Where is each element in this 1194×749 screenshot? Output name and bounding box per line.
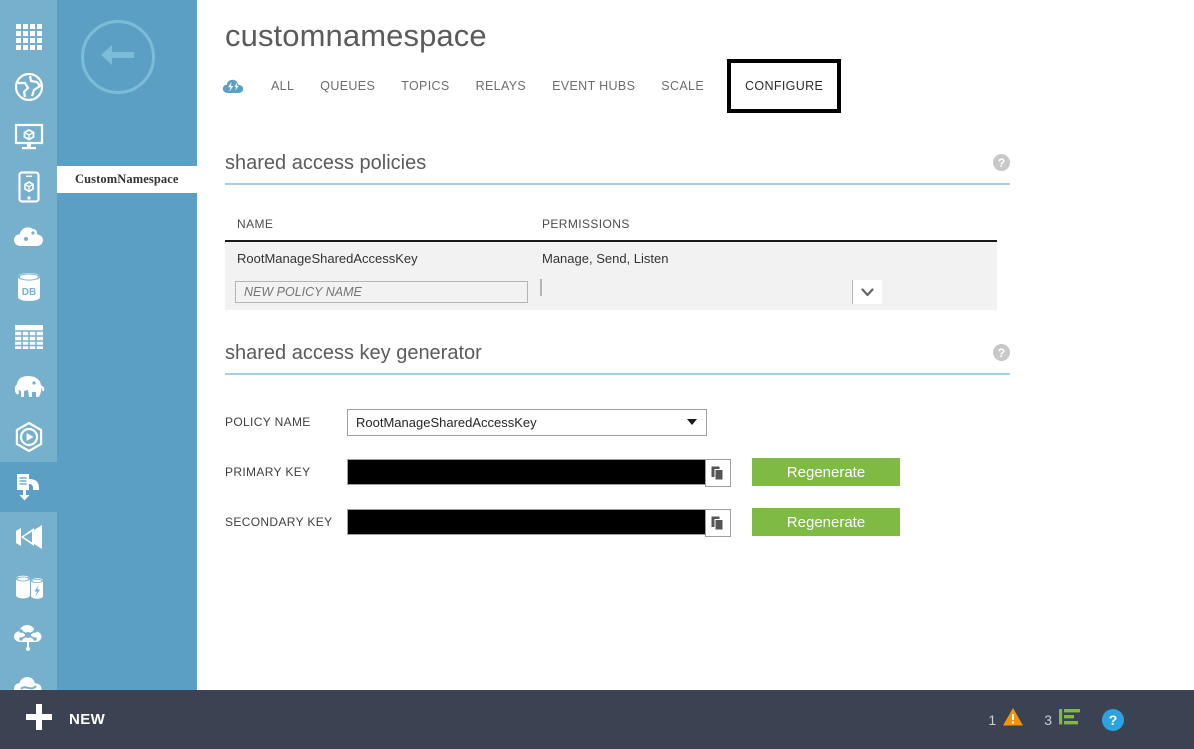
warning-triangle-icon <box>1002 707 1024 732</box>
policy-name-select[interactable]: RootManageSharedAccessKey <box>347 408 707 436</box>
table-row[interactable]: RootManageSharedAccessKey Manage, Send, … <box>225 241 997 275</box>
chevron-down-icon <box>687 419 697 425</box>
virtual-machines-icon <box>14 123 44 151</box>
sidebar-item-virtual-machines[interactable] <box>0 112 57 162</box>
table-header-row: NAME PERMISSIONS <box>225 217 997 242</box>
shared-access-policies-header: shared access policies ? <box>225 152 1010 185</box>
copy-icon[interactable] <box>705 509 731 537</box>
primary-key-row: PRIMARY KEY Regenerate <box>225 447 1010 497</box>
sidebar-item-hdinsight[interactable] <box>0 362 57 412</box>
new-policy-row <box>225 275 997 310</box>
sidebar-item-cache[interactable] <box>0 562 57 612</box>
sidebar-item-web-sites[interactable] <box>0 62 57 112</box>
warnings-status[interactable]: 1 <box>988 707 1024 732</box>
tab-all[interactable]: ALL <box>258 71 307 101</box>
shared-access-key-generator-section: shared access key generator ? POLICY NAM… <box>225 342 1010 547</box>
tab-event-hubs[interactable]: EVENT HUBS <box>539 71 648 101</box>
sql-databases-icon: DB <box>16 272 42 302</box>
tab-strip: ALL QUEUES TOPICS RELAYS EVENT HUBS SCAL… <box>222 59 842 113</box>
new-policy-name-cell <box>225 275 530 310</box>
web-sites-icon <box>14 72 44 102</box>
chevron-down-icon[interactable] <box>852 280 882 304</box>
sidebar-item-cloud-services[interactable] <box>0 212 57 262</box>
help-icon[interactable]: ? <box>993 154 1010 171</box>
media-services-icon <box>14 422 44 452</box>
cloud-services-icon <box>13 224 45 250</box>
hdinsight-elephant-icon <box>12 373 46 401</box>
sidebar-item-all-items[interactable] <box>0 12 57 62</box>
visual-studio-icon <box>14 523 44 551</box>
primary-regenerate-button[interactable]: Regenerate <box>752 458 900 486</box>
status-items: 1 3 ? <box>988 707 1124 732</box>
main-content: customnamespace ALL QUEUES TOPICS RELAYS… <box>197 0 1194 690</box>
cache-icon <box>14 572 44 602</box>
column-header-name: NAME <box>225 217 530 242</box>
tab-topics[interactable]: TOPICS <box>388 71 462 101</box>
page-title: customnamespace <box>225 18 487 53</box>
namespace-nav-panel: CustomNamespace <box>57 0 197 690</box>
sidebar-item-traffic-manager[interactable] <box>0 662 57 690</box>
sidebar-item-service-bus[interactable] <box>0 462 57 512</box>
tab-relays[interactable]: RELAYS <box>463 71 540 101</box>
left-icon-rail: DB <box>0 0 57 690</box>
back-arrow-icon <box>96 40 140 75</box>
shared-access-policies-table: NAME PERMISSIONS RootManageSharedAccessK… <box>225 217 997 310</box>
bottom-command-bar: NEW 1 3 ? <box>0 690 1194 749</box>
sidebar-item-storage[interactable] <box>0 312 57 362</box>
copy-icon[interactable] <box>705 459 731 487</box>
back-button[interactable] <box>81 20 155 94</box>
sidebar-item-mobile-services[interactable] <box>0 162 57 212</box>
policy-name-cell: RootManageSharedAccessKey <box>225 241 530 275</box>
nav-item-label: CustomNamespace <box>75 172 179 186</box>
svg-text:DB: DB <box>21 287 35 298</box>
new-policy-permissions-select[interactable] <box>540 279 542 296</box>
operations-status[interactable]: 3 <box>1044 707 1082 732</box>
policy-permissions-cell: Manage, Send, Listen <box>530 241 997 275</box>
secondary-regenerate-button[interactable]: Regenerate <box>752 508 900 536</box>
tab-queues[interactable]: QUEUES <box>307 71 388 101</box>
help-icon[interactable]: ? <box>993 344 1010 361</box>
sidebar-item-sql-databases[interactable]: DB <box>0 262 57 312</box>
section-title: shared access key generator <box>225 342 482 364</box>
secondary-key-row: SECONDARY KEY Regenerate <box>225 497 1010 547</box>
new-policy-permissions-cell <box>530 275 997 310</box>
new-policy-name-input[interactable] <box>235 281 528 303</box>
secondary-key-field[interactable] <box>347 509 731 537</box>
new-button[interactable]: NEW <box>25 703 105 736</box>
azure-portal-page: DB CustomNamespace customnamespace ALL Q… <box>0 0 1194 749</box>
sidebar-item-visual-studio[interactable] <box>0 512 57 562</box>
service-bus-cloud-icon <box>222 77 244 95</box>
all-items-icon <box>15 23 43 51</box>
sidebar-item-media-services[interactable] <box>0 412 57 462</box>
primary-key-label: PRIMARY KEY <box>225 465 311 479</box>
help-button[interactable]: ? <box>1102 708 1124 731</box>
column-header-permissions: PERMISSIONS <box>530 217 997 242</box>
warning-count: 1 <box>988 711 997 728</box>
tab-scale[interactable]: SCALE <box>648 71 717 101</box>
nav-item-custom-namespace[interactable]: CustomNamespace <box>57 166 197 193</box>
sidebar-item-virtual-network[interactable] <box>0 612 57 662</box>
mobile-services-icon <box>17 171 40 203</box>
secondary-key-label: SECONDARY KEY <box>225 515 333 529</box>
plus-icon <box>25 703 53 736</box>
primary-key-field[interactable] <box>347 459 731 487</box>
storage-icon <box>14 324 44 350</box>
section-title: shared access policies <box>225 152 427 174</box>
operations-list-icon <box>1058 707 1082 732</box>
virtual-network-icon <box>13 623 45 651</box>
shared-access-key-generator-header: shared access key generator ? <box>225 342 1010 375</box>
traffic-manager-icon <box>13 675 45 690</box>
policy-name-selected-value: RootManageSharedAccessKey <box>356 414 537 430</box>
tab-configure[interactable]: CONFIGURE <box>727 59 842 113</box>
policy-name-label: POLICY NAME <box>225 415 311 429</box>
policy-name-row: POLICY NAME RootManageSharedAccessKey <box>225 397 1010 447</box>
service-bus-icon <box>14 472 44 502</box>
new-policy-permissions-select-wrap <box>540 279 882 304</box>
new-button-label: NEW <box>69 711 106 728</box>
operations-count: 3 <box>1044 711 1052 728</box>
shared-access-policies-section: shared access policies ? NAME PERMISSION… <box>225 152 1010 310</box>
